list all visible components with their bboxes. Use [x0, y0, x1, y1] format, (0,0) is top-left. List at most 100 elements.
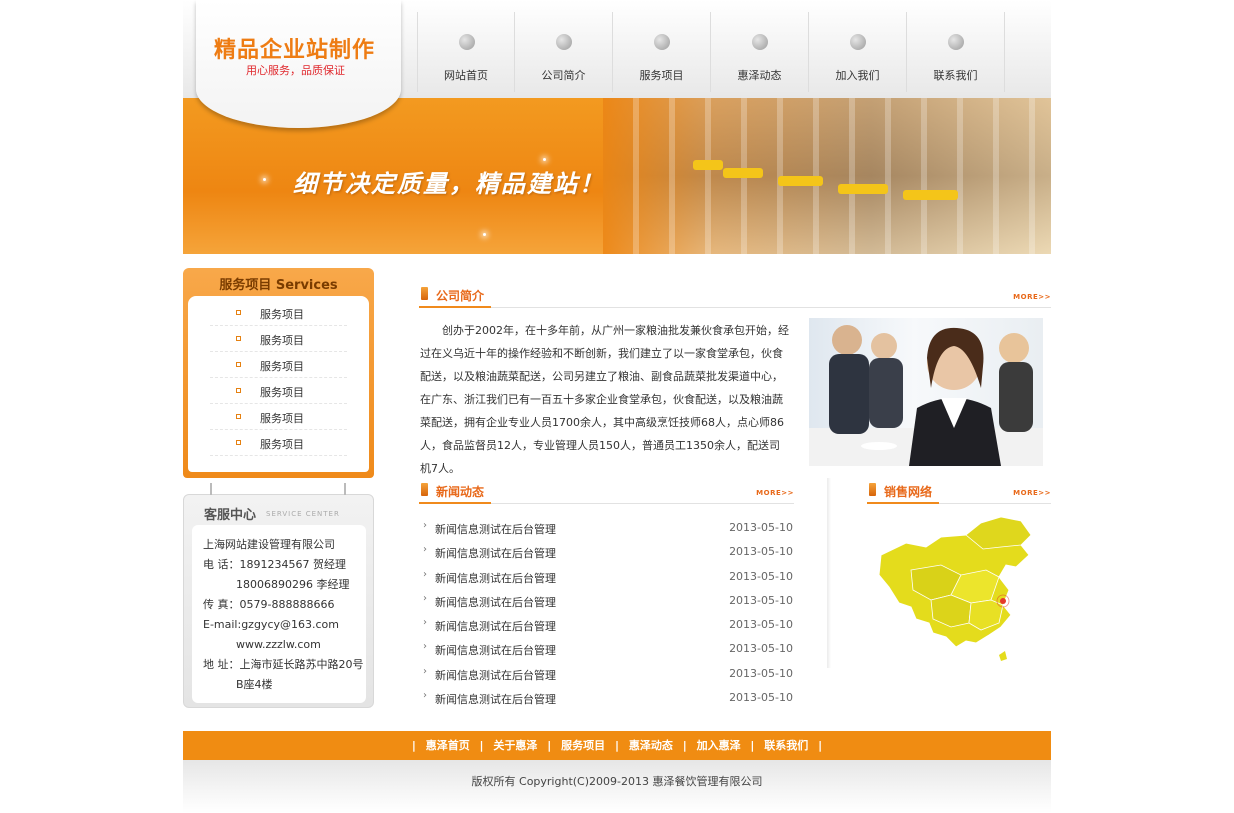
service-label: 服务项目	[260, 438, 304, 451]
phone-line: 电 话：1891234567 贺经理	[203, 558, 346, 571]
service-label: 服务项目	[260, 308, 304, 321]
sales-more-link[interactable]: MORE>>	[1013, 489, 1051, 497]
nav-item-contact[interactable]: 联系我们	[907, 12, 1005, 92]
nav-dot-icon	[459, 34, 475, 50]
business-people-illustration	[809, 325, 1043, 466]
news-item-title: 新闻信息测试在后台管理	[435, 547, 556, 561]
news-item[interactable]: › 新闻信息测试在后台管理 2013-05-10	[420, 686, 795, 710]
fax-line: 传 真：0579-888888666	[203, 598, 335, 611]
nav-label: 惠泽动态	[737, 69, 782, 82]
service-label: 服务项目	[260, 360, 304, 373]
email-line[interactable]: E-mail:gzgycy@163.com	[203, 615, 366, 635]
separator: |	[682, 739, 687, 752]
service-item[interactable]: 服务项目	[210, 300, 347, 326]
footer-link-contact[interactable]: 联系我们	[764, 739, 808, 752]
nav-item-services[interactable]: 服务项目	[613, 12, 711, 92]
column-divider	[827, 478, 831, 668]
about-text: 创办于2002年，在十多年前，从广州一家粮油批发兼伙食承包开始，经过在义乌近十年…	[420, 324, 789, 475]
news-item-date: 2013-05-10	[729, 691, 793, 705]
news-item[interactable]: › 新闻信息测试在后台管理 2013-05-10	[420, 637, 795, 661]
footer-link-about[interactable]: 关于惠泽	[493, 739, 537, 752]
separator: |	[614, 739, 620, 752]
address-line-2: B座4楼	[203, 678, 273, 691]
service-item[interactable]: 服务项目	[210, 430, 347, 456]
website-line[interactable]: www.zzzlw.com	[203, 635, 366, 655]
nav-label: 服务项目	[639, 69, 684, 82]
nav-item-about[interactable]: 公司简介	[515, 12, 613, 92]
china-map[interactable]	[871, 515, 1046, 665]
sparkle-icon	[543, 158, 546, 161]
business-people-photo	[809, 318, 1043, 466]
seat-shape	[838, 184, 888, 194]
news-item[interactable]: › 新闻信息测试在后台管理 2013-05-10	[420, 662, 795, 686]
news-item[interactable]: › 新闻信息测试在后台管理 2013-05-10	[420, 589, 795, 613]
chevron-right-icon: ›	[423, 592, 427, 604]
service-item[interactable]: 服务项目	[210, 404, 347, 430]
chevron-right-icon: ›	[423, 520, 427, 531]
logo-title: 精品企业站制作	[214, 38, 376, 63]
footer-link-join[interactable]: 加入惠泽	[697, 739, 741, 752]
square-bullet-icon	[236, 388, 241, 393]
sparkle-icon	[483, 233, 486, 236]
news-item-title: 新闻信息测试在后台管理	[435, 644, 556, 658]
nav-dot-icon	[752, 34, 768, 50]
about-title: 公司简介	[436, 289, 485, 303]
chevron-right-icon: ›	[423, 641, 427, 653]
square-bullet-icon	[236, 440, 241, 445]
news-item[interactable]: › 新闻信息测试在后台管理 2013-05-10	[420, 516, 795, 540]
about-more-link[interactable]: MORE>>	[1013, 293, 1051, 301]
footer-link-services[interactable]: 服务项目	[561, 739, 605, 752]
footer-link-home[interactable]: 惠泽首页	[426, 739, 470, 752]
news-item-date: 2013-05-10	[729, 642, 793, 656]
nav-item-join[interactable]: 加入我们	[809, 12, 907, 92]
chevron-right-icon: ›	[423, 568, 427, 580]
news-item-title: 新闻信息测试在后台管理	[435, 595, 556, 609]
address-line: 地 址：上海市延长路苏中路20号	[203, 658, 364, 671]
nav-item-home[interactable]: 网站首页	[417, 12, 515, 92]
nav-dot-icon	[948, 34, 964, 50]
services-panel: 服务项目 Services 服务项目 服务项目 服务项目 服务项目 服务项目 服…	[183, 268, 374, 478]
service-label: 服务项目	[260, 334, 304, 347]
footer-nav: | 惠泽首页 | 关于惠泽 | 服务项目 | 惠泽动态 | 加入惠泽 | 联系我…	[183, 731, 1051, 760]
news-item-title: 新闻信息测试在后台管理	[435, 523, 556, 536]
service-item[interactable]: 服务项目	[210, 326, 347, 352]
nav-label: 网站首页	[444, 69, 488, 82]
main-nav: 网站首页 公司简介 服务项目 惠泽动态 加入我们 联系我们	[417, 12, 1005, 92]
news-item-date: 2013-05-10	[729, 545, 793, 559]
square-bullet-icon	[236, 414, 241, 419]
news-more-link[interactable]: MORE>>	[756, 489, 794, 497]
footer-link-news[interactable]: 惠泽动态	[629, 739, 673, 752]
nav-dot-icon	[654, 34, 670, 50]
service-item[interactable]: 服务项目	[210, 352, 347, 378]
nav-item-news[interactable]: 惠泽动态	[711, 12, 809, 92]
chevron-right-icon: ›	[423, 690, 427, 702]
seat-shape	[723, 168, 763, 178]
chevron-right-icon: ›	[423, 665, 427, 677]
square-bullet-icon	[236, 336, 241, 341]
news-item-title: 新闻信息测试在后台管理	[435, 620, 556, 634]
sales-title: 销售网络	[884, 485, 933, 499]
nav-dot-icon	[556, 34, 572, 50]
news-item[interactable]: › 新闻信息测试在后台管理 2013-05-10	[420, 540, 795, 564]
copyright: 版权所有 Copyright(C)2009-2013 惠泽餐饮管理有限公司	[183, 760, 1051, 813]
separator: |	[479, 739, 484, 752]
page-container: 精品企业站制作 用心服务，品质保证 网站首页 公司简介 服务项目 惠泽动态 加入…	[183, 0, 1051, 813]
news-item-date: 2013-05-10	[729, 569, 793, 583]
service-item[interactable]: 服务项目	[210, 378, 347, 404]
sparkle-icon	[263, 178, 266, 181]
heading-underline	[419, 502, 491, 504]
chevron-right-icon: ›	[423, 544, 427, 556]
heading-underline	[419, 306, 491, 308]
square-bullet-icon	[236, 362, 241, 367]
service-label: 服务项目	[260, 412, 304, 425]
about-header: 公司简介 MORE>>	[419, 284, 1051, 308]
china-map-icon	[878, 516, 1032, 661]
news-header: 新闻动态 MORE>>	[419, 480, 794, 504]
section-marker-icon	[421, 287, 428, 300]
customer-service-title: 客服中心	[204, 508, 257, 523]
services-title: 服务项目 Services	[219, 278, 338, 293]
news-item[interactable]: › 新闻信息测试在后台管理 2013-05-10	[420, 613, 795, 637]
news-item[interactable]: › 新闻信息测试在后台管理 2013-05-10	[420, 565, 795, 589]
logo[interactable]: 精品企业站制作 用心服务，品质保证	[196, 0, 401, 128]
logo-subtitle: 用心服务，品质保证	[246, 64, 345, 77]
